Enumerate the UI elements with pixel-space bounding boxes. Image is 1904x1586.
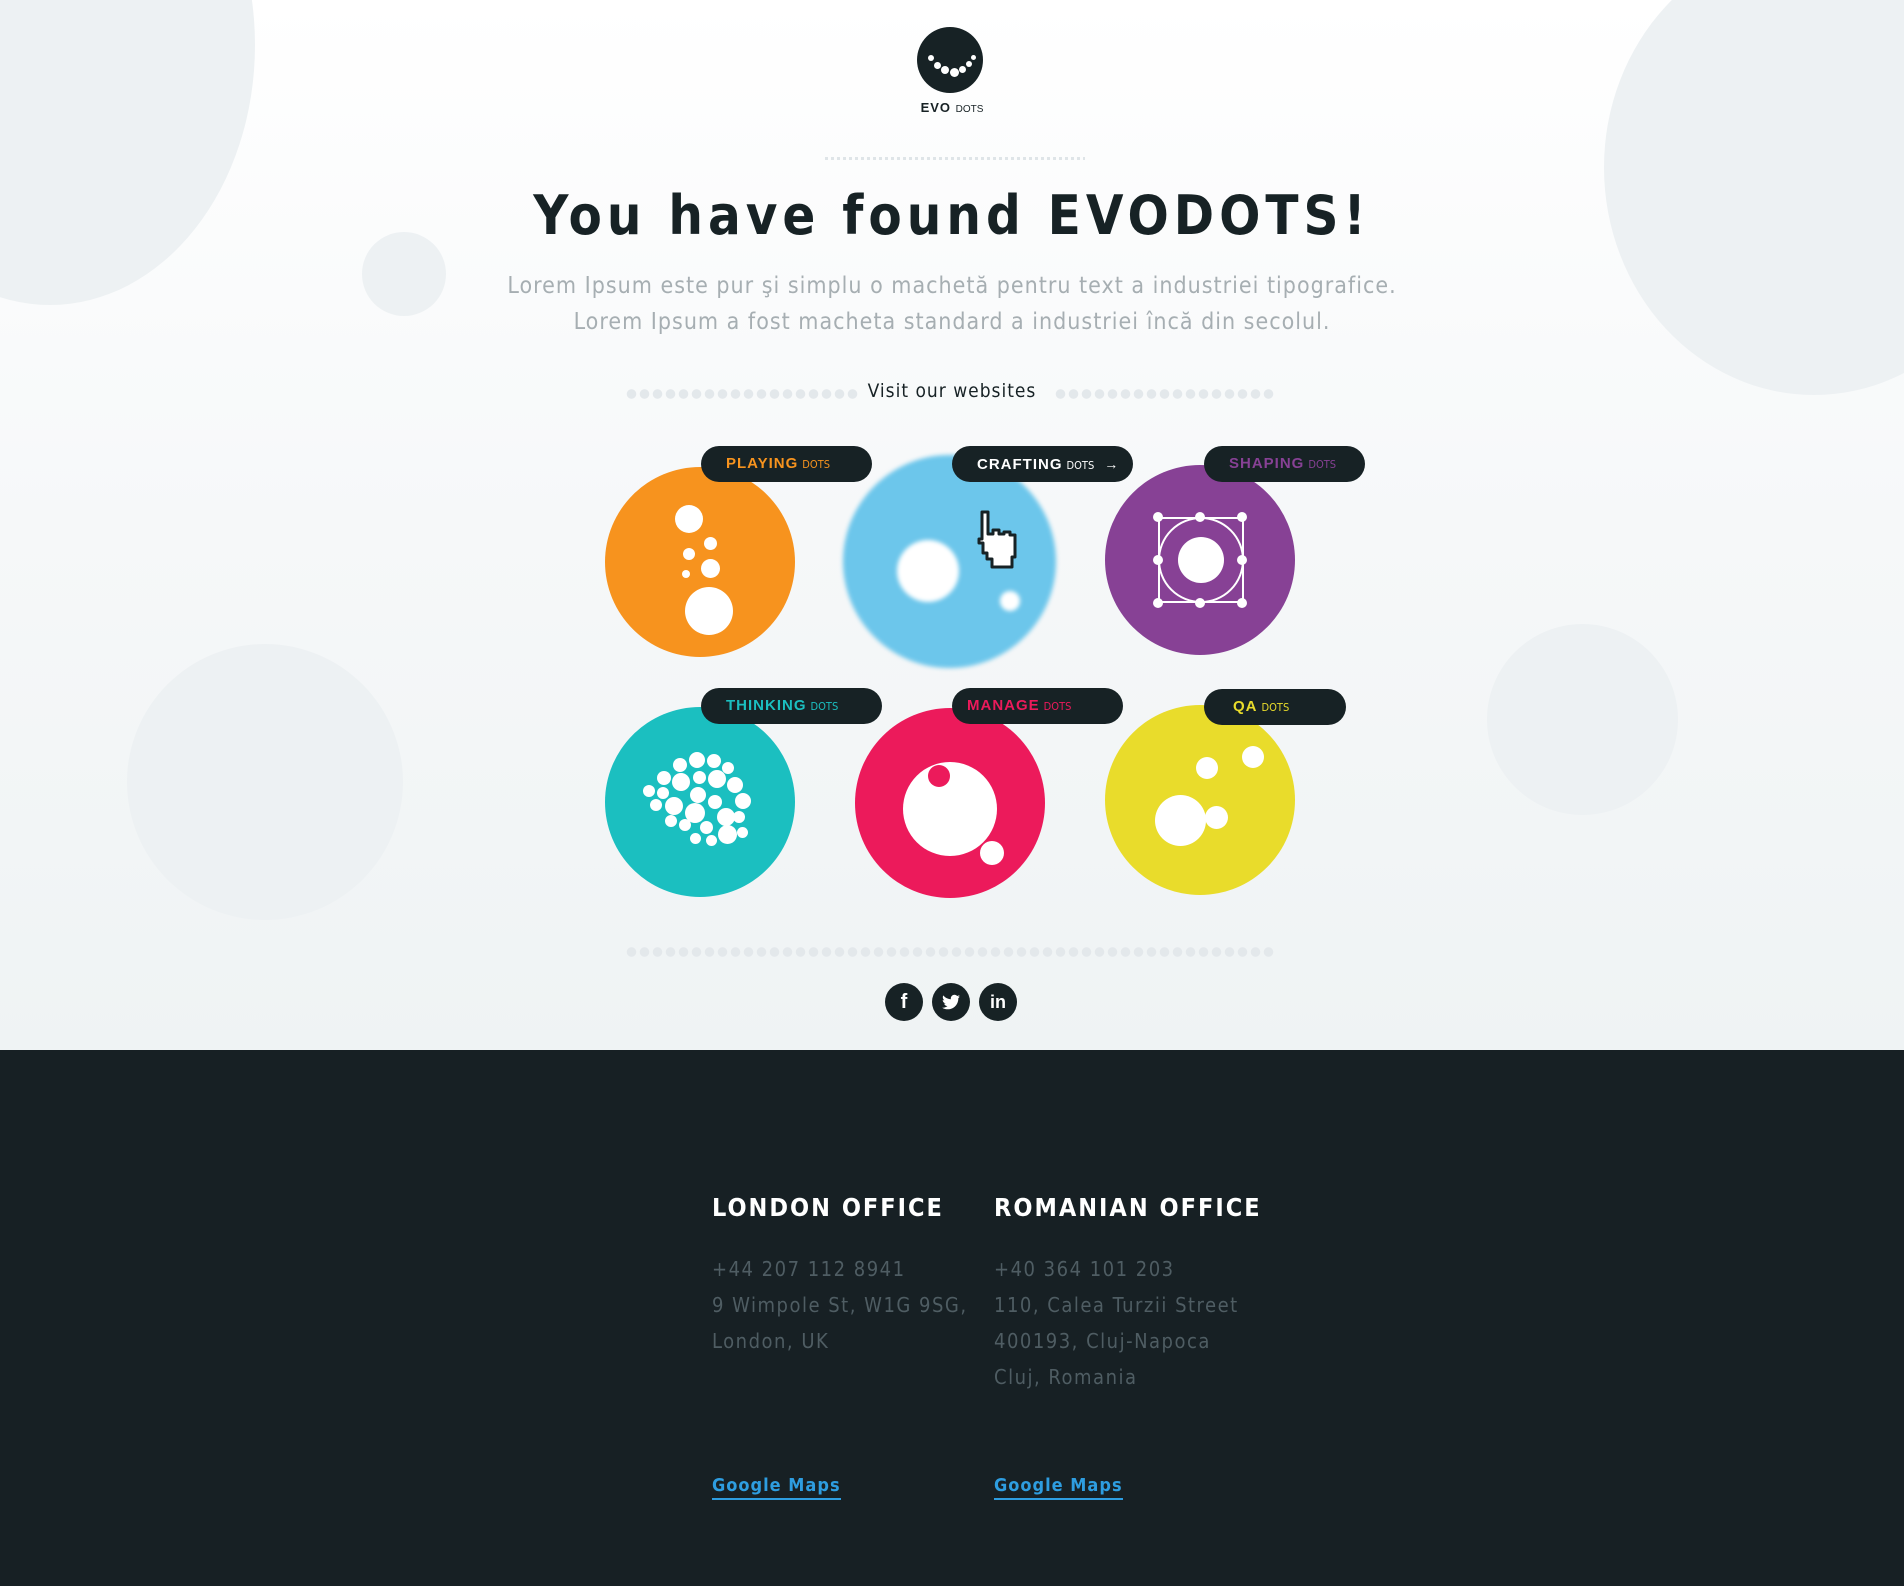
facebook-glyph: f: [900, 991, 908, 1013]
divider: [825, 157, 1085, 160]
romanian-office-title: ROMANIAN OFFICE: [994, 1193, 1262, 1222]
site-qa-circle[interactable]: [1105, 705, 1295, 895]
site-qa-name: QA: [1233, 698, 1258, 715]
romania-phone: +40 364 101 203: [994, 1257, 1175, 1281]
bg-circle: [362, 232, 446, 316]
london-office-title: LONDON OFFICE: [712, 1193, 944, 1222]
romania-address-line-2: 400193, Cluj-Napoca: [994, 1329, 1211, 1353]
site-shaping-name: SHAPING: [1229, 455, 1305, 472]
site-shaping-label[interactable]: SHAPING DOTS: [1204, 446, 1365, 482]
visit-label: Visit our websites: [867, 380, 1037, 402]
page-title: You have found EVODOTS!: [533, 184, 1371, 247]
bg-circle: [1487, 624, 1678, 815]
subtitle-line-1: Lorem Ipsum este pur şi simplu o machetă…: [507, 273, 1397, 299]
footer: LONDON OFFICE +44 207 112 8941 9 Wimpole…: [0, 1050, 1904, 1586]
twitter-bird-icon: [942, 994, 961, 1010]
site-crafting-suffix: DOTS: [1066, 459, 1095, 472]
subtitle-line-2: Lorem Ipsum a fost macheta standard a in…: [573, 309, 1331, 335]
site-playing-circle[interactable]: [605, 467, 795, 657]
romania-address-line-1: 110, Calea Turzii Street: [994, 1293, 1239, 1317]
arrow-right-icon: →: [1104, 456, 1120, 472]
site-thinking-name: THINKING: [726, 697, 807, 714]
site-thinking-suffix: DOTS: [810, 700, 839, 713]
logo-badge-icon: [917, 27, 983, 93]
site-crafting-label[interactable]: CRAFTING DOTS →: [952, 446, 1133, 482]
bg-circle: [127, 644, 403, 920]
site-qa-suffix: DOTS: [1261, 701, 1290, 714]
romania-address-line-3: Cluj, Romania: [994, 1365, 1138, 1389]
site-manage-suffix: DOTS: [1043, 700, 1072, 713]
site-manage-label[interactable]: MANAGE DOTS: [952, 688, 1123, 724]
bg-circle: [1604, 0, 1904, 395]
logo-main-text: EVO: [920, 100, 952, 115]
site-manage-circle[interactable]: [855, 708, 1045, 898]
site-shaping-circle[interactable]: [1105, 465, 1295, 655]
linkedin-icon[interactable]: in: [979, 983, 1017, 1021]
twitter-icon[interactable]: [932, 983, 970, 1021]
cursor-hand-icon: [970, 510, 1030, 580]
london-address-line-1: 9 Wimpole St, W1G 9SG,: [712, 1293, 968, 1317]
site-thinking-label[interactable]: THINKING DOTS: [701, 688, 882, 724]
linkedin-glyph: in: [990, 992, 1006, 1012]
dots-divider-bottom: [625, 947, 1275, 957]
site-playing-label[interactable]: PLAYING DOTS: [701, 446, 872, 482]
site-manage-name: MANAGE: [967, 697, 1040, 714]
dots-divider-left: [625, 389, 859, 399]
romania-google-maps-link[interactable]: Google Maps: [994, 1475, 1123, 1500]
logo-wordmark: EVO DOTS: [892, 100, 1012, 115]
site-playing-name: PLAYING: [726, 455, 799, 472]
site-crafting-name: CRAFTING: [977, 456, 1063, 473]
hero-section: EVO DOTS You have found EVODOTS! Lorem I…: [0, 0, 1904, 1050]
bg-circle: [0, 0, 255, 305]
facebook-icon[interactable]: f: [885, 983, 923, 1021]
logo[interactable]: [916, 27, 984, 93]
logo-suffix-text: DOTS: [955, 104, 984, 115]
dots-divider-right: [1054, 389, 1276, 399]
site-shaping-suffix: DOTS: [1308, 458, 1337, 471]
london-address-line-2: London, UK: [712, 1329, 830, 1353]
site-thinking-circle[interactable]: [605, 707, 795, 897]
london-google-maps-link[interactable]: Google Maps: [712, 1475, 841, 1500]
site-playing-suffix: DOTS: [802, 458, 831, 471]
site-qa-label[interactable]: QA DOTS: [1204, 689, 1346, 725]
london-phone: +44 207 112 8941: [712, 1257, 906, 1281]
